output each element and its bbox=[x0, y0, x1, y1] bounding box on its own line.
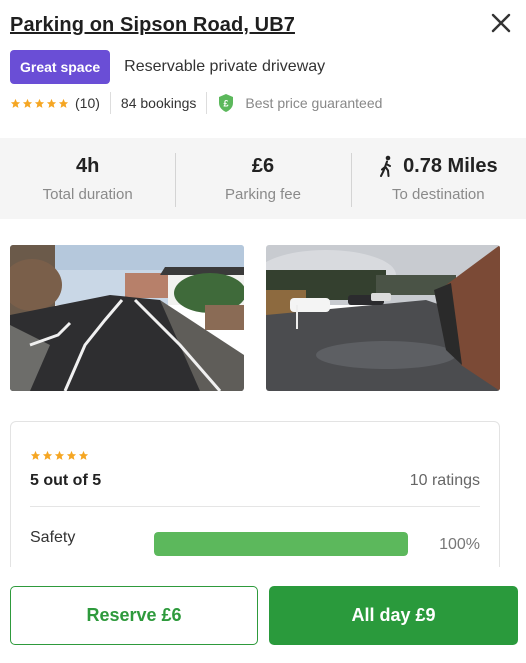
rating-score: 5 out of 5 bbox=[30, 472, 102, 489]
star-icon bbox=[46, 98, 57, 108]
stat-fee: £6 Parking fee bbox=[175, 138, 350, 219]
badge-row: Great space Reservable private driveway bbox=[10, 50, 325, 84]
distance-row: 0.78 Miles bbox=[379, 155, 498, 178]
review-count[interactable]: (10) bbox=[75, 95, 100, 111]
category-label: Safety bbox=[30, 529, 76, 546]
review-stars bbox=[10, 98, 69, 109]
summary-row: (10) 84 bookings £ Best price guaranteed bbox=[10, 92, 382, 114]
distance-label: To destination bbox=[392, 185, 485, 203]
street-photo[interactable] bbox=[10, 245, 244, 391]
duration-label: Total duration bbox=[42, 185, 133, 203]
page-title[interactable]: Parking on Sipson Road, UB7 bbox=[10, 14, 516, 37]
star-icon bbox=[54, 450, 65, 460]
category-percent: 100% bbox=[439, 536, 480, 553]
header: Parking on Sipson Road, UB7 bbox=[10, 13, 516, 37]
fee-label: Parking fee bbox=[225, 185, 301, 203]
bookings-count: 84 bookings bbox=[120, 95, 197, 111]
car-park-photo[interactable] bbox=[266, 245, 500, 391]
safety-bar bbox=[154, 532, 408, 556]
stats-strip: 4h Total duration £6 Parking fee 0.78 Mi… bbox=[0, 138, 526, 219]
star-icon bbox=[34, 98, 45, 108]
star-icon bbox=[10, 98, 21, 108]
svg-text:£: £ bbox=[224, 99, 229, 109]
distance-value: 0.78 Miles bbox=[403, 154, 498, 177]
star-icon bbox=[30, 450, 41, 460]
shield-icon: £ bbox=[219, 94, 234, 112]
space-type: Reservable private driveway bbox=[124, 58, 326, 75]
price-guarantee[interactable]: Best price guaranteed bbox=[245, 95, 382, 111]
star-icon bbox=[42, 450, 53, 460]
great-space-badge: Great space bbox=[10, 50, 111, 84]
duration-value: 4h bbox=[75, 154, 100, 177]
walking-person-icon bbox=[380, 155, 392, 177]
rating-count: 10 ratings bbox=[409, 472, 480, 489]
divider bbox=[30, 506, 480, 507]
star-icon bbox=[58, 98, 69, 108]
stat-duration: 4h Total duration bbox=[0, 138, 175, 219]
star-icon bbox=[22, 98, 33, 108]
star-icon bbox=[66, 450, 77, 460]
all-day-button[interactable]: All day £9 bbox=[269, 586, 518, 645]
close-icon[interactable] bbox=[488, 10, 514, 36]
reserve-button[interactable]: Reserve £6 bbox=[10, 586, 258, 645]
action-bar: Reserve £6 All day £9 bbox=[0, 567, 526, 663]
rating-stars bbox=[30, 450, 89, 461]
rating-card: 5 out of 5 10 ratings Safety 100% bbox=[10, 421, 500, 581]
star-icon bbox=[78, 450, 89, 460]
divider bbox=[109, 92, 111, 114]
divider bbox=[206, 92, 208, 114]
stat-distance: 0.78 Miles To destination bbox=[350, 138, 526, 219]
fee-value: £6 bbox=[251, 154, 275, 177]
safety-bar-fill bbox=[154, 532, 408, 556]
